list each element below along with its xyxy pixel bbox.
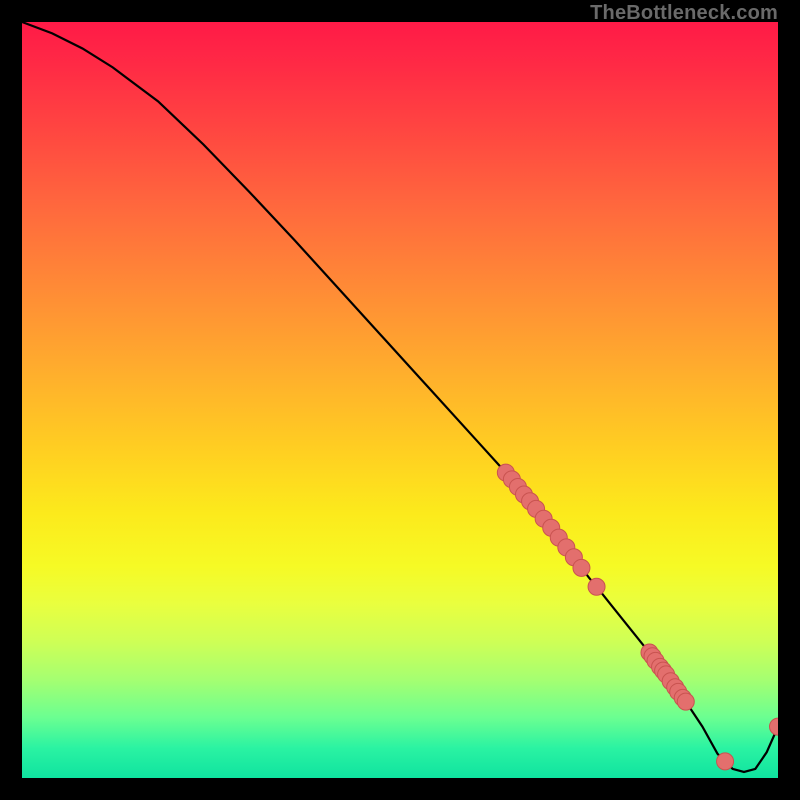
watermark-text: TheBottleneck.com — [590, 2, 778, 25]
data-marker — [677, 693, 694, 710]
data-marker — [717, 753, 734, 770]
data-marker — [770, 718, 779, 735]
chart-container: TheBottleneck.com — [0, 0, 800, 800]
plot-area — [22, 22, 778, 778]
data-markers — [497, 464, 778, 770]
data-marker — [588, 578, 605, 595]
data-marker — [573, 559, 590, 576]
series-overlay — [22, 22, 778, 778]
